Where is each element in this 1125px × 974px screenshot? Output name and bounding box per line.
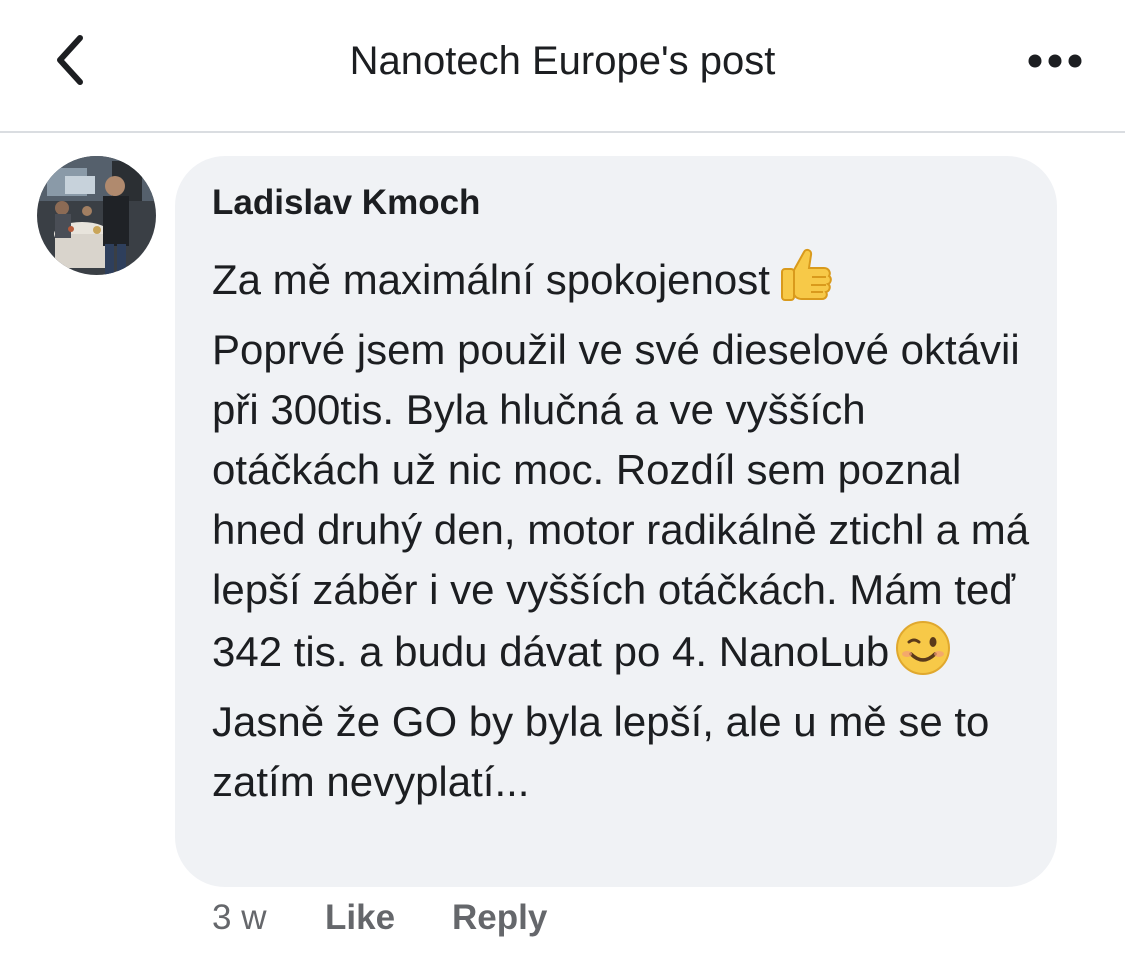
- page-title: Nanotech Europe's post: [349, 39, 776, 83]
- ellipsis-icon: [1028, 54, 1082, 68]
- comment-author[interactable]: Ladislav Kmoch: [212, 182, 480, 224]
- top-navigation-bar: Nanotech Europe's post: [0, 0, 1125, 133]
- comment-text: Za mě maximální spokojenost Poprvé jsem …: [212, 246, 1042, 812]
- more-options-button[interactable]: [1020, 36, 1090, 86]
- chevron-left-icon: [57, 35, 83, 85]
- back-button[interactable]: [40, 24, 100, 96]
- winking-face-icon: [895, 620, 951, 692]
- reply-button[interactable]: Reply: [452, 893, 547, 943]
- comment-timestamp: 3 w: [212, 898, 267, 937]
- comment-bubble: Ladislav Kmoch Za mě maximální spokojeno…: [175, 156, 1057, 887]
- like-button[interactable]: Like: [325, 893, 395, 943]
- comment-text-line-3: Jasně že GO by byla lepší, ale u mě se t…: [212, 698, 990, 805]
- comment-text-line-1: Za mě maximální spokojenost: [212, 256, 770, 303]
- avatar[interactable]: [37, 156, 156, 275]
- thumbs-up-icon: [776, 246, 834, 320]
- avatar-photo: [37, 156, 156, 275]
